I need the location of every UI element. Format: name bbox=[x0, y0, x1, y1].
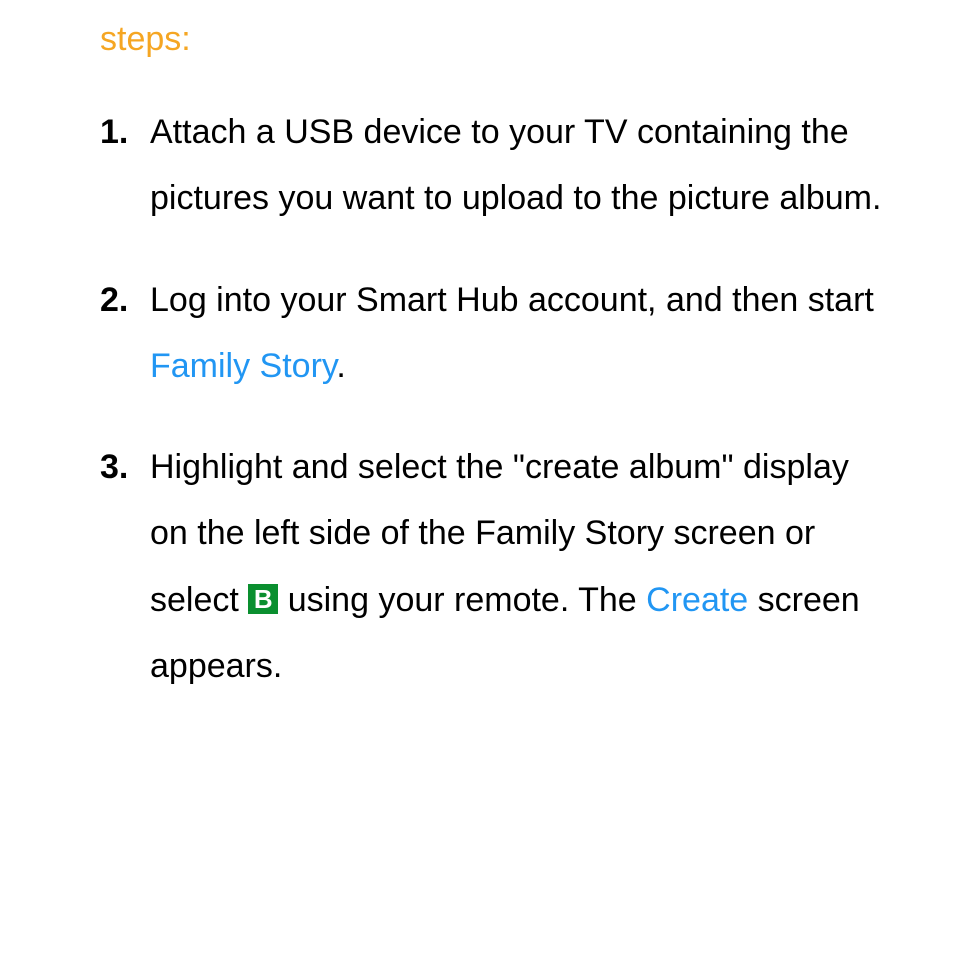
step-2: Log into your Smart Hub account, and the… bbox=[100, 267, 894, 400]
family-story-link: Family Story bbox=[150, 347, 336, 385]
remote-b-button-icon: B bbox=[248, 584, 278, 614]
step-3-text-2: using your remote. The bbox=[278, 581, 646, 619]
step-3: Highlight and select the "create album" … bbox=[100, 434, 894, 699]
step-2-text-before: Log into your Smart Hub account, and the… bbox=[150, 281, 874, 319]
section-heading: steps: bbox=[100, 20, 894, 59]
step-1-text: Attach a USB device to your TV containin… bbox=[150, 113, 881, 217]
step-2-text-after: . bbox=[336, 347, 345, 385]
create-link: Create bbox=[646, 581, 748, 619]
steps-list: Attach a USB device to your TV containin… bbox=[100, 99, 894, 699]
step-1: Attach a USB device to your TV containin… bbox=[100, 99, 894, 232]
